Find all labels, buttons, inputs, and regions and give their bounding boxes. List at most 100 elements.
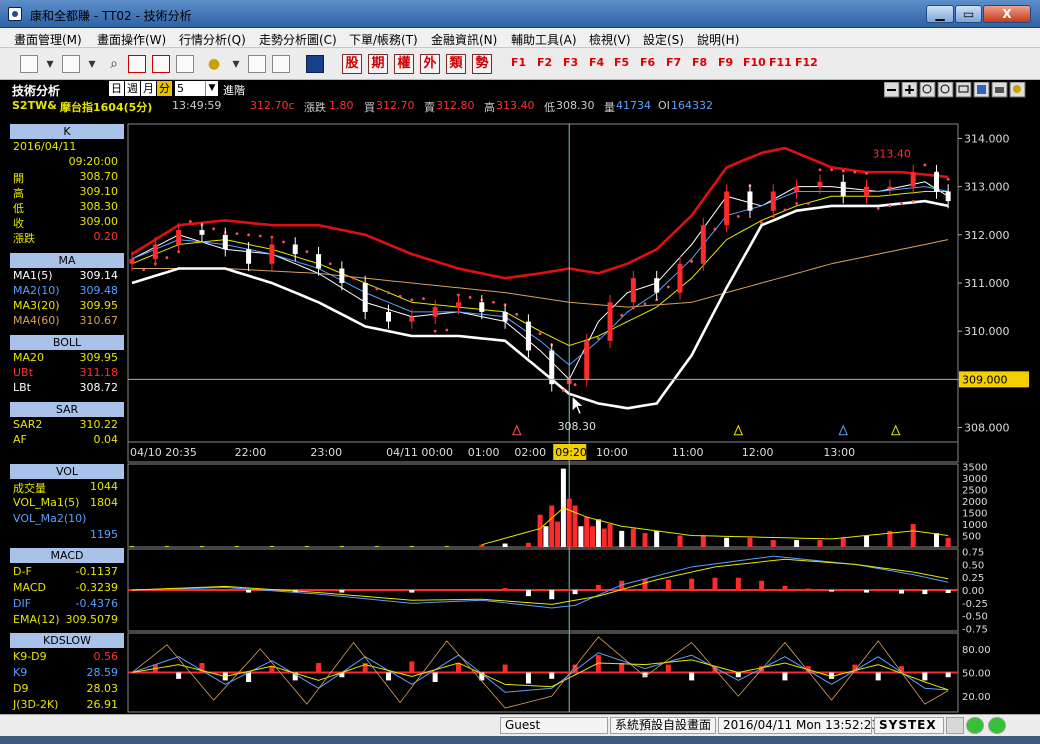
link-icon[interactable] [248, 55, 266, 73]
macd-bar [922, 590, 928, 595]
futures-key[interactable]: 期 [368, 54, 388, 74]
sar-dot [398, 294, 402, 298]
y-tick-label: 308.000 [964, 422, 1010, 435]
cursor-price-label: 309.000 [962, 373, 1008, 386]
chevron-down-icon[interactable]: ▾ [226, 54, 246, 74]
menu-finance-info[interactable]: 金融資訊(N) [431, 31, 497, 48]
volume-pane[interactable] [127, 463, 959, 548]
f1-key[interactable]: F1 [511, 56, 526, 69]
maximize-button[interactable]: ▭ [955, 5, 982, 23]
print-icon[interactable] [62, 55, 80, 73]
zoom-in-icon[interactable] [901, 82, 918, 98]
print-icon[interactable] [991, 82, 1008, 98]
stock-key[interactable]: 股 [342, 54, 362, 74]
advanced-button[interactable]: 進階 [223, 82, 245, 98]
f7-key[interactable]: F7 [666, 56, 681, 69]
comment-icon[interactable] [955, 82, 972, 98]
f8-key[interactable]: F8 [692, 56, 707, 69]
sar-dot [876, 206, 880, 210]
magnify-plus-icon[interactable] [937, 82, 954, 98]
brand-icon[interactable] [306, 55, 324, 73]
split-icon[interactable] [176, 55, 194, 73]
high-value: 313.40 [496, 99, 535, 112]
price-pane[interactable] [127, 123, 959, 443]
macd-bar [712, 577, 718, 590]
volume-bar [164, 546, 169, 547]
chart-toolbar [884, 82, 1026, 98]
bid-value: 312.70 [376, 99, 415, 112]
candle-body [864, 186, 870, 197]
volume-bar [525, 542, 531, 547]
menu-view[interactable]: 檢視(V) [589, 31, 631, 48]
sar-dot [492, 300, 495, 304]
toolbar: ▾ ▾ ⌕ ● ▾ 股 期 權 外 類 勢 F1 F2 F3 F4 F5 F6 … [0, 48, 1040, 80]
f2-key[interactable]: F2 [537, 56, 552, 69]
f9-key[interactable]: F9 [718, 56, 733, 69]
candle-body [129, 258, 135, 264]
cancel-icon[interactable] [152, 55, 170, 73]
f10-key[interactable]: F10 [743, 56, 766, 69]
sar-dot [923, 163, 927, 167]
volume-bar [601, 528, 607, 547]
menu-order-account[interactable]: 下單/帳務(T) [349, 31, 418, 48]
ask-value: 312.80 [436, 99, 475, 112]
minimize-button[interactable]: ▁ [926, 5, 954, 23]
chevron-down-icon[interactable]: ▾ [40, 54, 60, 74]
category-key[interactable]: 類 [446, 54, 466, 74]
oi-label: OI [658, 99, 670, 112]
chevron-down-icon[interactable]: ▼ [205, 81, 218, 96]
period-day[interactable]: 日 [109, 81, 124, 96]
save-icon[interactable] [973, 82, 990, 98]
kd-bar [316, 663, 322, 673]
close-button[interactable]: X [983, 5, 1031, 23]
close-window-icon[interactable] [128, 55, 146, 73]
menu-settings[interactable]: 設定(S) [643, 31, 684, 48]
x-tick-label: 22:00 [235, 446, 267, 459]
options-key[interactable]: 權 [394, 54, 414, 74]
window-icon[interactable] [272, 55, 290, 73]
interval-select[interactable]: 5 [175, 81, 205, 96]
f5-key[interactable]: F5 [614, 56, 629, 69]
candle-body [246, 249, 252, 264]
kd-bar [922, 672, 928, 681]
volume-label: 量 [604, 101, 615, 114]
candle-body [386, 311, 392, 322]
period-month[interactable]: 月 [141, 81, 156, 96]
zoom-out-icon[interactable] [884, 82, 900, 98]
status-light-icon [988, 717, 1006, 734]
chevron-down-icon[interactable]: ▾ [82, 54, 102, 74]
volume-bar [269, 546, 274, 547]
coin-icon[interactable]: ● [204, 54, 224, 74]
menu-help[interactable]: 說明(H) [697, 31, 739, 48]
layout-icon[interactable] [20, 55, 38, 73]
macd-bar [502, 587, 508, 590]
period-minute[interactable]: 分 [157, 81, 172, 96]
sar-dot [806, 202, 810, 205]
f11-key[interactable]: F11 [769, 56, 792, 69]
f3-key[interactable]: F3 [563, 56, 578, 69]
candle-body [700, 225, 706, 264]
candle-body [339, 268, 345, 283]
volume-bar [677, 535, 683, 547]
magnify-minus-icon[interactable] [919, 82, 936, 98]
foreign-key[interactable]: 外 [420, 54, 440, 74]
search-icon[interactable]: ⌕ [104, 54, 124, 74]
menu-screen-manage[interactable]: 畫面管理(M) [14, 31, 82, 48]
menu-trend-chart[interactable]: 走勢分析圖(C) [259, 31, 337, 48]
period-week[interactable]: 週 [125, 81, 140, 96]
menu-screen-operate[interactable]: 畫面操作(W) [97, 31, 166, 48]
y-tick-label: 3500 [962, 462, 987, 473]
menu-tools[interactable]: 輔助工具(A) [511, 31, 577, 48]
settings-icon[interactable] [1009, 82, 1026, 98]
volume-value: 41734 [616, 99, 651, 112]
f4-key[interactable]: F4 [589, 56, 604, 69]
volume-bar [724, 537, 730, 547]
f6-key[interactable]: F6 [640, 56, 655, 69]
volume-bar [590, 526, 596, 547]
technical-chart[interactable]: 313.40 308.30 308.000 309.000 310.000 311.00… [0, 114, 1040, 714]
menu-quote-analysis[interactable]: 行情分析(Q) [179, 31, 246, 48]
sar-dot [305, 250, 309, 254]
f12-key[interactable]: F12 [795, 56, 818, 69]
trend-key[interactable]: 勢 [472, 54, 492, 74]
x-tick-label: 12:00 [742, 446, 774, 459]
